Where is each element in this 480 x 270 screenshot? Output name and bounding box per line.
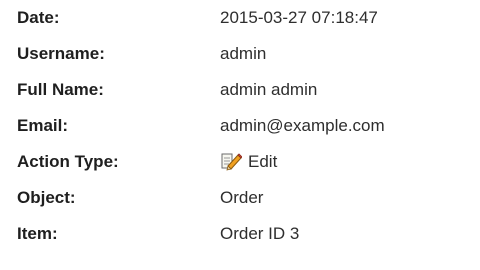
object-value: Order — [220, 188, 264, 207]
action-type-text: Edit — [248, 152, 278, 171]
detail-row-date: Date: 2015-03-27 07:18:47 — [0, 2, 480, 34]
detail-row-username: Username: admin — [0, 38, 480, 70]
detail-row-email: Email: admin@example.com — [0, 110, 480, 142]
email-label: Email: — [17, 116, 69, 135]
detail-row-full-name: Full Name: admin admin — [0, 74, 480, 106]
full-name-label: Full Name: — [17, 80, 104, 99]
date-label: Date: — [17, 8, 60, 27]
email-value: admin@example.com — [220, 116, 385, 135]
item-label: Item: — [17, 224, 58, 243]
detail-row-item: Item: Order ID 3 — [0, 218, 480, 250]
date-value: 2015-03-27 07:18:47 — [220, 8, 378, 27]
full-name-value: admin admin — [220, 80, 318, 99]
username-label: Username: — [17, 44, 105, 63]
action-type-value: Edit — [220, 146, 277, 178]
edit-icon — [220, 151, 242, 171]
action-type-label: Action Type: — [17, 152, 119, 171]
username-value: admin — [220, 44, 267, 63]
detail-row-object: Object: Order — [0, 182, 480, 214]
detail-row-action-type: Action Type: Edit — [0, 146, 480, 178]
item-value: Order ID 3 — [220, 224, 300, 243]
log-details-panel: Date: 2015-03-27 07:18:47 Username: admi… — [0, 0, 480, 270]
object-label: Object: — [17, 188, 76, 207]
